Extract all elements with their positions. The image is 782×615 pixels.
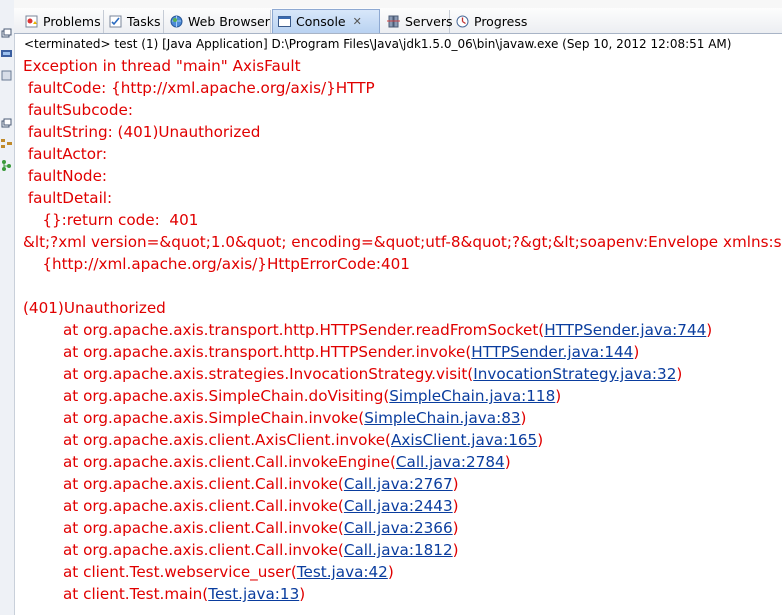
source-link[interactable]: Test.java:42 bbox=[297, 563, 388, 581]
xml-envelope-line: &lt;?xml version=&quot;1.0&quot; encodin… bbox=[23, 233, 782, 251]
tab-web-browser[interactable]: Web Browser bbox=[165, 10, 271, 33]
fault-subcode-line: faultSubcode: bbox=[23, 101, 138, 119]
stack-frame-text: at org.apache.axis.client.Call.invoke( bbox=[63, 475, 344, 493]
stack-frame-text: at org.apache.axis.client.Call.invoke( bbox=[63, 541, 344, 559]
stack-frame-text: at org.apache.axis.client.Call.invoke( bbox=[63, 497, 344, 515]
return-code-line: {}:return code: 401 bbox=[23, 211, 199, 229]
stack-frame-text: at org.apache.axis.transport.http.HTTPSe… bbox=[63, 343, 472, 361]
stack-frame: at org.apache.axis.SimpleChain.doVisitin… bbox=[23, 385, 782, 407]
stack-frame: at org.apache.axis.client.Call.invoke(Ca… bbox=[23, 517, 782, 539]
view-tab-bar: Problems Tasks Web Browser Console ✕ Ser… bbox=[14, 8, 782, 34]
http-error-code-line: {http://xml.apache.org/axis/}HttpErrorCo… bbox=[23, 255, 410, 273]
stack-frame-text: at org.apache.axis.SimpleChain.invoke( bbox=[63, 409, 365, 427]
stack-frame-text: at client.Test.webservice_user( bbox=[63, 563, 297, 581]
stack-frame: at org.apache.axis.client.Call.invoke(Ca… bbox=[23, 495, 782, 517]
window-top-edge bbox=[14, 0, 782, 8]
stack-frame: at org.apache.axis.client.AxisClient.inv… bbox=[23, 429, 782, 451]
stack-frame-text: at org.apache.axis.client.Call.invoke( bbox=[63, 519, 344, 537]
stack-frame: at org.apache.axis.client.Call.invoke(Ca… bbox=[23, 473, 782, 495]
globe-icon bbox=[170, 15, 183, 28]
outline-icon[interactable] bbox=[1, 138, 12, 149]
source-link[interactable]: HTTPSender.java:144 bbox=[471, 343, 633, 361]
fault-node-line: faultNode: bbox=[23, 167, 112, 185]
source-link[interactable]: InvocationStrategy.java:32 bbox=[473, 365, 676, 383]
servers-icon bbox=[387, 15, 400, 28]
source-link[interactable]: Call.java:2366 bbox=[344, 519, 453, 537]
fault-string-line: faultString: (401)Unauthorized bbox=[23, 123, 261, 141]
stack-frame: at client.Test.main(Test.java:13) bbox=[23, 583, 782, 605]
restore-icon[interactable] bbox=[1, 28, 12, 39]
process-status-line: <terminated> test (1) [Java Application]… bbox=[24, 37, 732, 51]
source-link[interactable]: Call.java:1812 bbox=[344, 541, 453, 559]
tab-label: Web Browser bbox=[188, 14, 270, 29]
stack-frame: at org.apache.axis.transport.http.HTTPSe… bbox=[23, 341, 782, 363]
progress-icon bbox=[456, 15, 469, 28]
view-icon[interactable] bbox=[1, 70, 12, 81]
tab-console[interactable]: Console ✕ bbox=[272, 9, 380, 33]
hierarchy-icon[interactable] bbox=[1, 160, 12, 171]
tab-progress[interactable]: Progress bbox=[451, 10, 531, 33]
stack-frame-text: at org.apache.axis.transport.http.HTTPSe… bbox=[63, 321, 545, 339]
paren-close: ) bbox=[520, 409, 527, 427]
restore-icon-2[interactable] bbox=[1, 118, 12, 129]
unauthorized-line: (401)Unauthorized bbox=[23, 299, 166, 317]
paren-close: ) bbox=[452, 519, 459, 537]
source-link[interactable]: SimpleChain.java:83 bbox=[364, 409, 520, 427]
close-icon[interactable]: ✕ bbox=[353, 15, 362, 28]
tab-label: Tasks bbox=[127, 14, 161, 29]
tab-servers[interactable]: Servers bbox=[382, 10, 453, 33]
paren-close: ) bbox=[299, 585, 306, 603]
stack-frame-text: at org.apache.axis.SimpleChain.doVisitin… bbox=[63, 387, 390, 405]
paren-close: ) bbox=[555, 387, 562, 405]
stack-frame: at org.apache.axis.client.Call.invoke(Ca… bbox=[23, 539, 782, 561]
source-link[interactable]: Call.java:2443 bbox=[344, 497, 453, 515]
tab-problems[interactable]: Problems bbox=[20, 10, 104, 33]
paren-close: ) bbox=[452, 497, 459, 515]
tab-label: Servers bbox=[405, 14, 453, 29]
paren-close: ) bbox=[452, 475, 459, 493]
paren-close: ) bbox=[504, 453, 511, 471]
tab-label: Problems bbox=[43, 14, 101, 29]
stack-frame-text: at org.apache.axis.client.Call.invokeEng… bbox=[63, 453, 396, 471]
stack-frame-text: at client.Test.main( bbox=[63, 585, 209, 603]
paren-close: ) bbox=[537, 431, 544, 449]
tab-label: Progress bbox=[474, 14, 528, 29]
stack-frame-text: at org.apache.axis.strategies.Invocation… bbox=[63, 365, 474, 383]
source-link[interactable]: AxisClient.java:165 bbox=[391, 431, 537, 449]
paren-close: ) bbox=[706, 321, 713, 339]
source-link[interactable]: Call.java:2784 bbox=[396, 453, 505, 471]
problems-icon bbox=[25, 15, 38, 28]
tab-label: Console bbox=[296, 14, 346, 29]
source-link[interactable]: SimpleChain.java:118 bbox=[389, 387, 555, 405]
fault-actor-line: faultActor: bbox=[23, 145, 112, 163]
stack-frame-text: at org.apache.axis.client.AxisClient.inv… bbox=[63, 431, 391, 449]
stack-frame: at org.apache.axis.transport.http.HTTPSe… bbox=[23, 319, 782, 341]
fault-code-line: faultCode: {http://xml.apache.org/axis/}… bbox=[23, 79, 375, 97]
stack-frame: at org.apache.axis.client.Call.invokeEng… bbox=[23, 451, 782, 473]
tasks-icon bbox=[109, 15, 122, 28]
fault-detail-line: faultDetail: bbox=[23, 189, 117, 207]
source-link[interactable]: Test.java:13 bbox=[208, 585, 299, 603]
stack-frame: at client.Test.webservice_user(Test.java… bbox=[23, 561, 782, 583]
console-icon bbox=[278, 16, 291, 27]
monitor-icon[interactable] bbox=[1, 48, 12, 59]
paren-close: ) bbox=[633, 343, 640, 361]
left-toolbar-strip bbox=[0, 0, 15, 615]
source-link[interactable]: HTTPSender.java:744 bbox=[544, 321, 706, 339]
paren-close: ) bbox=[387, 563, 394, 581]
source-link[interactable]: Call.java:2767 bbox=[344, 475, 453, 493]
paren-close: ) bbox=[676, 365, 683, 383]
exception-line: Exception in thread "main" AxisFault bbox=[23, 57, 301, 75]
paren-close: ) bbox=[452, 541, 459, 559]
stack-frame: at org.apache.axis.SimpleChain.invoke(Si… bbox=[23, 407, 782, 429]
tab-tasks[interactable]: Tasks bbox=[104, 10, 164, 33]
stack-frame: at org.apache.axis.strategies.Invocation… bbox=[23, 363, 782, 385]
console-output[interactable]: Exception in thread "main" AxisFault fau… bbox=[14, 55, 782, 615]
